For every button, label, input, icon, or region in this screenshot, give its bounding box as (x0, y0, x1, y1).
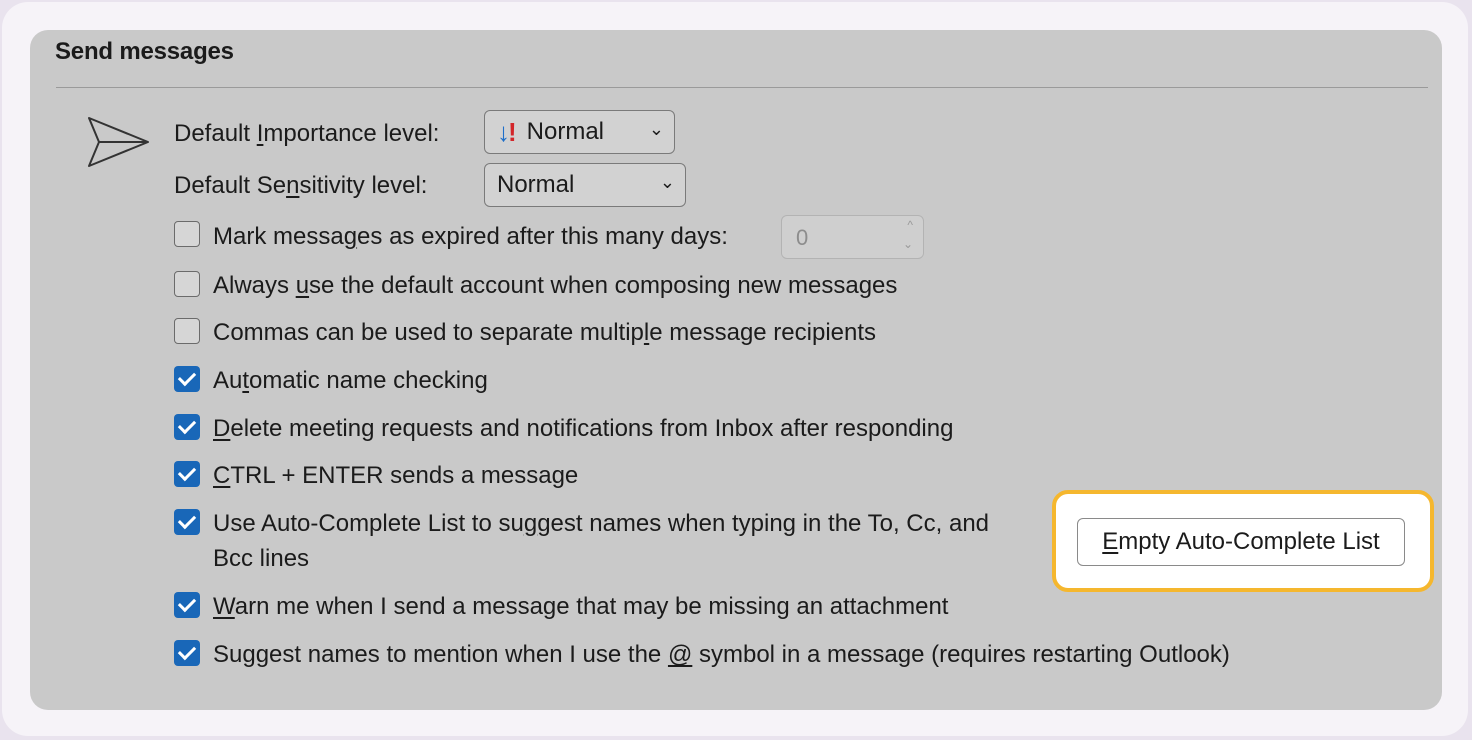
chevron-down-icon: ⌄ (659, 172, 675, 192)
section-divider (56, 87, 1428, 88)
stepper-down-icon[interactable]: ⌄ (903, 237, 913, 251)
suggest-mention-checkbox[interactable] (174, 640, 200, 666)
send-icon (88, 117, 149, 167)
suggest-mention-label: Suggest names to mention when I use the … (213, 641, 1230, 668)
default-account-label: Always use the default account when comp… (213, 272, 898, 299)
auto-name-checking-checkbox[interactable] (174, 366, 200, 392)
expire-days-value: 0 (796, 225, 809, 250)
expire-days-stepper[interactable]: 0 ^ ⌄ (781, 215, 924, 259)
ctrl-enter-checkbox[interactable] (174, 461, 200, 487)
importance-label: Default Importance level: (174, 120, 440, 147)
chevron-down-icon: ⌄ (648, 119, 664, 139)
expire-label: Mark messages as expired after this many… (213, 223, 728, 250)
auto-name-checking-label: Automatic name checking (213, 367, 488, 394)
auto-complete-label-line2: Bcc lines (213, 545, 310, 572)
section-title: Send messages (55, 38, 234, 65)
importance-value: Normal (526, 118, 605, 145)
expire-checkbox[interactable] (174, 221, 200, 247)
importance-normal-icon: ↓! (497, 116, 517, 147)
stepper-up-icon[interactable]: ^ (907, 218, 913, 232)
delete-meeting-requests-checkbox[interactable] (174, 414, 200, 440)
default-account-checkbox[interactable] (174, 271, 200, 297)
ctrl-enter-label: CTRL + ENTER sends a message (213, 462, 579, 489)
warn-attachment-label: Warn me when I send a message that may b… (213, 593, 949, 620)
auto-complete-checkbox[interactable] (174, 509, 200, 535)
auto-complete-label: Use Auto-Complete List to suggest names … (213, 510, 990, 537)
warn-attachment-checkbox[interactable] (174, 592, 200, 618)
empty-auto-complete-button[interactable]: Empty Auto-Complete List (1077, 518, 1405, 566)
commas-separator-label: Commas can be used to separate multiple … (213, 319, 877, 346)
sensitivity-value: Normal (497, 171, 575, 198)
delete-meeting-requests-label: Delete meeting requests and notification… (213, 415, 954, 442)
importance-dropdown[interactable]: ↓! Normal ⌄ (484, 110, 675, 154)
sensitivity-dropdown[interactable]: Normal ⌄ (484, 163, 686, 207)
sensitivity-label: Default Sensitivity level: (174, 172, 428, 199)
commas-separator-checkbox[interactable] (174, 318, 200, 344)
